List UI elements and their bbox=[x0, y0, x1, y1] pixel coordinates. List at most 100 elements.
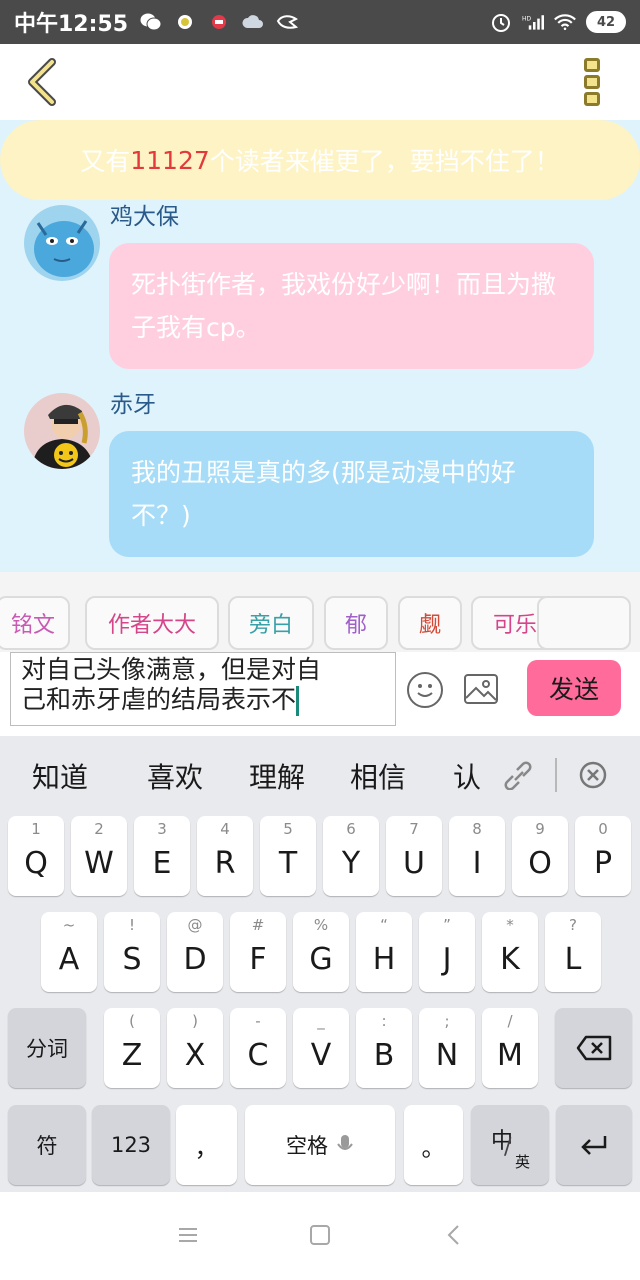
key-j[interactable]: ” J bbox=[419, 912, 475, 992]
banner-count: 11127 bbox=[130, 145, 210, 175]
number-key[interactable]: 123 bbox=[92, 1105, 170, 1185]
key-k[interactable]: * K bbox=[482, 912, 538, 992]
key-h[interactable]: “H bbox=[356, 912, 412, 992]
key-hint: 3 bbox=[157, 820, 167, 838]
key-label: V bbox=[310, 1037, 332, 1073]
link-icon[interactable] bbox=[503, 760, 533, 790]
key-hint: 1 bbox=[31, 820, 41, 838]
key-hint: * bbox=[506, 916, 514, 934]
key-b[interactable]: :B bbox=[356, 1008, 412, 1088]
key-label: H bbox=[372, 941, 396, 977]
period-key[interactable]: 。 bbox=[404, 1105, 463, 1185]
input-line-text: 己和赤牙虐的结局表示不 bbox=[21, 685, 297, 714]
key-y[interactable]: 6Y bbox=[323, 816, 379, 896]
key-hint: 8 bbox=[472, 820, 482, 838]
key-hint: ( bbox=[129, 1012, 135, 1030]
key-o[interactable]: 9O bbox=[512, 816, 568, 896]
key-hint: ; bbox=[444, 1012, 450, 1030]
candidate-word[interactable]: 知道 bbox=[32, 756, 88, 796]
avatar[interactable] bbox=[24, 393, 100, 469]
app-notification-icon bbox=[174, 11, 196, 33]
backspace-icon bbox=[576, 1035, 611, 1061]
key-label: R bbox=[214, 845, 236, 881]
key-label: Y bbox=[341, 845, 361, 881]
cloud-icon bbox=[242, 11, 264, 33]
key-c[interactable]: -C bbox=[230, 1008, 286, 1088]
close-icon[interactable] bbox=[578, 760, 608, 790]
key-u[interactable]: 7U bbox=[386, 816, 442, 896]
language-switch-key[interactable]: 中 / 英 bbox=[471, 1105, 549, 1185]
key-g[interactable]: % G bbox=[293, 912, 349, 992]
signal-icon: HD bbox=[522, 11, 544, 33]
candidate-word[interactable]: 喜欢 bbox=[147, 756, 203, 796]
key-t[interactable]: 5T bbox=[260, 816, 316, 896]
chip-overlay-button[interactable] bbox=[537, 596, 631, 650]
send-button[interactable]: 发送 bbox=[527, 660, 621, 716]
candidate-word[interactable]: 认 bbox=[453, 756, 481, 796]
candidate-word[interactable]: 相信 bbox=[350, 756, 406, 796]
role-chip-bar: 铭文 作者大大 旁白 郁 觑 可乐 bbox=[0, 572, 640, 652]
role-chip[interactable]: 作者大大 bbox=[85, 596, 219, 650]
key-hint: ) bbox=[192, 1012, 198, 1030]
key-m[interactable]: / M bbox=[482, 1008, 538, 1088]
key-f[interactable]: # F bbox=[230, 912, 286, 992]
menu-dot-icon bbox=[584, 92, 600, 106]
backspace-key[interactable] bbox=[555, 1008, 632, 1088]
key-w[interactable]: 2W bbox=[71, 816, 127, 896]
key-a[interactable]: ~ A bbox=[41, 912, 97, 992]
key-z[interactable]: (Z bbox=[104, 1008, 160, 1088]
candidate-word[interactable]: 理解 bbox=[249, 756, 305, 796]
key-label: K bbox=[500, 941, 520, 977]
image-button[interactable] bbox=[464, 674, 498, 704]
role-chip[interactable]: 旁白 bbox=[228, 596, 314, 650]
key-n[interactable]: ; N bbox=[419, 1008, 475, 1088]
key-p[interactable]: 0P bbox=[575, 816, 631, 896]
divider bbox=[555, 758, 557, 792]
system-nav-bar bbox=[0, 1192, 640, 1280]
avatar[interactable] bbox=[24, 205, 100, 281]
key-q[interactable]: 1Q bbox=[8, 816, 64, 896]
enter-icon bbox=[581, 1136, 607, 1155]
symbol-key[interactable]: 符 bbox=[8, 1105, 86, 1185]
key-i[interactable]: 8I bbox=[449, 816, 505, 896]
battery-indicator: 42 bbox=[586, 11, 626, 33]
key-hint: 6 bbox=[346, 820, 356, 838]
emoji-button[interactable] bbox=[407, 672, 443, 708]
role-chip[interactable]: 觑 bbox=[398, 596, 462, 650]
space-key[interactable]: 空格 bbox=[245, 1105, 395, 1185]
menu-icon[interactable] bbox=[177, 1224, 199, 1246]
enter-key[interactable] bbox=[556, 1105, 632, 1185]
key-label: S bbox=[122, 941, 142, 977]
back-icon[interactable] bbox=[443, 1224, 465, 1246]
more-menu-button[interactable] bbox=[582, 56, 602, 108]
microphone-icon bbox=[337, 1135, 353, 1150]
key-label: L bbox=[564, 941, 582, 977]
back-button[interactable] bbox=[22, 56, 66, 108]
key-label: G bbox=[309, 941, 333, 977]
key-label: T bbox=[278, 845, 298, 881]
message-input[interactable]: 对自己头像满意，但是对自 己和赤牙虐的结局表示不 bbox=[10, 652, 396, 726]
chat-area[interactable]: 又有 11127 个读者来催更了，要挡不住了！ 鸡大保 死扑街作者，我戏份好少啊！而… bbox=[0, 120, 640, 572]
key-hint: : bbox=[381, 1012, 387, 1030]
role-chip[interactable]: 郁 bbox=[324, 596, 388, 650]
input-line: 对自己头像满意，但是对自 bbox=[21, 655, 322, 684]
sender-name: 赤牙 bbox=[110, 392, 156, 418]
key-v[interactable]: _ V bbox=[293, 1008, 349, 1088]
role-chip[interactable]: 铭文 bbox=[0, 596, 70, 650]
candidate-bar: 知道 喜欢 理解 相信 认 bbox=[0, 736, 640, 814]
key-l[interactable]: ? L bbox=[545, 912, 601, 992]
key-r[interactable]: 4R bbox=[197, 816, 253, 896]
key-hint: / bbox=[507, 1012, 513, 1030]
segment-key[interactable]: 分词 bbox=[8, 1008, 86, 1088]
home-icon[interactable] bbox=[309, 1224, 331, 1246]
key-d[interactable]: @ D bbox=[167, 912, 223, 992]
lang-slash: / bbox=[504, 1135, 512, 1160]
key-hint: ” bbox=[443, 916, 451, 934]
key-label: F bbox=[249, 941, 267, 977]
comma-key[interactable]: ， bbox=[176, 1105, 237, 1185]
key-x[interactable]: ) X bbox=[167, 1008, 223, 1088]
key-s[interactable]: ! S bbox=[104, 912, 160, 992]
key-e[interactable]: 3E bbox=[134, 816, 190, 896]
key-label: N bbox=[435, 1037, 459, 1073]
app-header bbox=[0, 44, 640, 120]
